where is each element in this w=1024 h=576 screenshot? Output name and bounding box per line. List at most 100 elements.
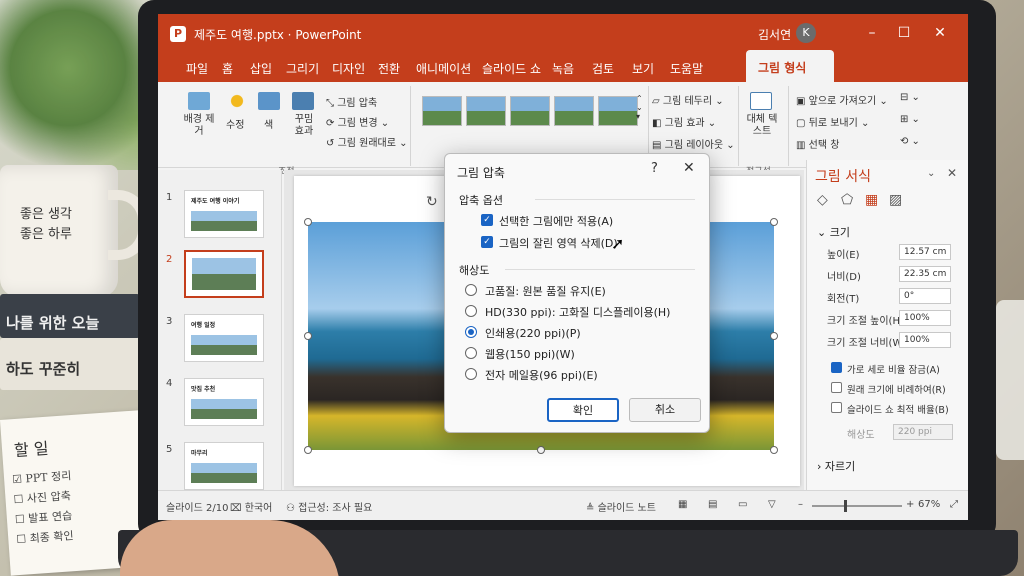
- compress-pictures-button[interactable]: ⤡ 그림 압축: [326, 94, 377, 109]
- remove-background-button[interactable]: 배경 제거: [182, 114, 216, 138]
- radio-email[interactable]: [465, 368, 477, 380]
- resize-handle[interactable]: [770, 446, 778, 454]
- picture-style-4[interactable]: [554, 96, 594, 126]
- bring-forward-icon: ▣: [796, 96, 809, 107]
- user-avatar[interactable]: K: [796, 23, 816, 43]
- radio-high-fidelity[interactable]: [465, 284, 477, 296]
- size-section-toggle[interactable]: ⌄ 크기: [817, 224, 850, 240]
- dialog-close-icon[interactable]: ✕: [683, 160, 695, 176]
- tab-insert[interactable]: 삽입: [250, 60, 272, 77]
- picture-style-1[interactable]: [422, 96, 462, 126]
- corrections-button[interactable]: 수정: [226, 116, 244, 131]
- pane-close-icon[interactable]: ✕: [947, 166, 957, 180]
- radio-print[interactable]: [465, 326, 477, 338]
- picture-layout-button[interactable]: ▤ 그림 레이아웃 ⌄: [652, 136, 735, 151]
- group-icon[interactable]: ⊞ ⌄: [900, 114, 920, 125]
- effects-tab-icon[interactable]: ⬠: [841, 192, 853, 208]
- maximize-button[interactable]: ☐: [892, 22, 916, 44]
- slide-thumbnail-4[interactable]: 맛집 추천: [184, 378, 264, 426]
- help-icon[interactable]: ?: [651, 161, 658, 176]
- tab-design[interactable]: 디자인: [332, 60, 365, 77]
- tab-transitions[interactable]: 전환: [378, 60, 400, 77]
- apply-selected-checkbox[interactable]: ✓: [481, 214, 493, 226]
- picture-style-5[interactable]: [598, 96, 638, 126]
- slide-thumbnail-5[interactable]: 마무리: [184, 442, 264, 490]
- tab-home[interactable]: 홈: [222, 60, 233, 77]
- user-name[interactable]: 김서연: [758, 26, 791, 43]
- scale-height-input[interactable]: 100%: [899, 310, 951, 326]
- rotation-input[interactable]: 0°: [899, 288, 951, 304]
- notes-button[interactable]: ≜ 슬라이드 노트: [586, 499, 656, 514]
- reading-view-icon[interactable]: ▭: [738, 499, 747, 510]
- zoom-level[interactable]: 67%: [918, 499, 940, 510]
- rotate-icon[interactable]: ⟲ ⌄: [900, 136, 920, 147]
- tab-review[interactable]: 검토: [592, 60, 614, 77]
- picture-effects-button[interactable]: ◧ 그림 효과 ⌄: [652, 114, 716, 129]
- artistic-effects-button[interactable]: 꾸밈 효과: [290, 114, 318, 138]
- minimize-button[interactable]: –: [860, 22, 884, 44]
- delete-cropped-checkbox[interactable]: ✓: [481, 236, 493, 248]
- fill-line-icon[interactable]: ◇: [817, 192, 828, 208]
- slideshow-icon[interactable]: ▽: [768, 499, 776, 510]
- height-input[interactable]: 12.57 cm: [899, 244, 951, 260]
- tab-record[interactable]: 녹음: [552, 60, 574, 77]
- picture-tab-icon[interactable]: ▨: [889, 192, 902, 208]
- slide-thumbnail-3[interactable]: 여행 일정: [184, 314, 264, 362]
- normal-view-icon[interactable]: ▦: [678, 499, 687, 510]
- radio-print-label: 인쇄용(220 ppi)(P): [485, 327, 581, 340]
- resize-handle[interactable]: [304, 446, 312, 454]
- zoom-in-icon[interactable]: +: [906, 499, 914, 510]
- tab-help[interactable]: 도움말: [670, 60, 703, 77]
- cancel-button[interactable]: 취소: [629, 398, 701, 422]
- resize-handle[interactable]: [304, 332, 312, 340]
- accessibility-status[interactable]: ⚇ 접근성: 조사 필요: [286, 499, 372, 514]
- send-backward-button[interactable]: ▢ 뒤로 보내기 ⌄: [796, 114, 869, 129]
- slide-thumbnail-2[interactable]: [184, 250, 264, 298]
- resize-handle[interactable]: [537, 446, 545, 454]
- styles-gallery-more-icon[interactable]: ⌃ ⌄ ▾: [636, 94, 643, 121]
- tab-animations[interactable]: 애니메이션: [416, 60, 471, 77]
- crop-section-toggle[interactable]: › 자르기: [817, 458, 855, 474]
- resize-handle[interactable]: [770, 332, 778, 340]
- reset-picture-button[interactable]: ↺ 그림 원래대로 ⌄: [326, 134, 408, 149]
- align-icon[interactable]: ⊟ ⌄: [900, 92, 920, 103]
- color-button[interactable]: 색: [264, 116, 273, 131]
- relative-size-checkbox[interactable]: [831, 382, 842, 393]
- slide-sorter-icon[interactable]: ▤: [708, 499, 717, 510]
- close-button[interactable]: ✕: [928, 22, 952, 44]
- resolution-select[interactable]: 220 ppi: [893, 424, 953, 440]
- radio-hd[interactable]: [465, 305, 477, 317]
- tab-view[interactable]: 보기: [632, 60, 654, 77]
- size-properties-icon[interactable]: ▦: [865, 192, 878, 208]
- resize-handle[interactable]: [770, 218, 778, 226]
- fit-slide-icon[interactable]: ⤢: [950, 499, 958, 510]
- rotate-handle-icon[interactable]: ↻: [426, 194, 438, 210]
- language-status[interactable]: ⌧ 한국어: [230, 499, 272, 514]
- picture-style-3[interactable]: [510, 96, 550, 126]
- tab-picture-format[interactable]: 그림 형식: [746, 50, 834, 82]
- zoom-slider[interactable]: [812, 505, 902, 507]
- apply-selected-label: 선택한 그림에만 적용(A): [499, 215, 614, 228]
- alt-text-button[interactable]: 대체 텍스트: [744, 114, 780, 138]
- slide-thumbnail-1[interactable]: 제주도 여행 이야기: [184, 190, 264, 238]
- change-picture-icon: ⟳: [326, 118, 338, 129]
- width-input[interactable]: 22.35 cm: [899, 266, 951, 282]
- tab-draw[interactable]: 그리기: [286, 60, 319, 77]
- scale-width-input[interactable]: 100%: [899, 332, 951, 348]
- zoom-slider-thumb[interactable]: [844, 500, 847, 512]
- picture-style-2[interactable]: [466, 96, 506, 126]
- lock-aspect-checkbox[interactable]: [831, 362, 842, 373]
- ribbon-tabs: 파일 홈 삽입 그리기 디자인 전환 애니메이션 슬라이드 쇼 녹음 검토 보기…: [158, 54, 968, 82]
- tab-file[interactable]: 파일: [186, 60, 208, 77]
- zoom-out-icon[interactable]: –: [798, 499, 803, 510]
- radio-web[interactable]: [465, 347, 477, 359]
- best-scale-checkbox[interactable]: [831, 402, 842, 413]
- pane-options-icon[interactable]: ⌄: [927, 168, 935, 179]
- tab-slideshow[interactable]: 슬라이드 쇼: [482, 60, 541, 77]
- bring-forward-button[interactable]: ▣ 앞으로 가져오기 ⌄: [796, 92, 888, 107]
- selection-pane-button[interactable]: ▥ 선택 창: [796, 136, 839, 151]
- change-picture-button[interactable]: ⟳ 그림 변경 ⌄: [326, 114, 389, 129]
- resize-handle[interactable]: [304, 218, 312, 226]
- picture-border-button[interactable]: ▱ 그림 테두리 ⌄: [652, 92, 724, 107]
- ok-button[interactable]: 확인: [547, 398, 619, 422]
